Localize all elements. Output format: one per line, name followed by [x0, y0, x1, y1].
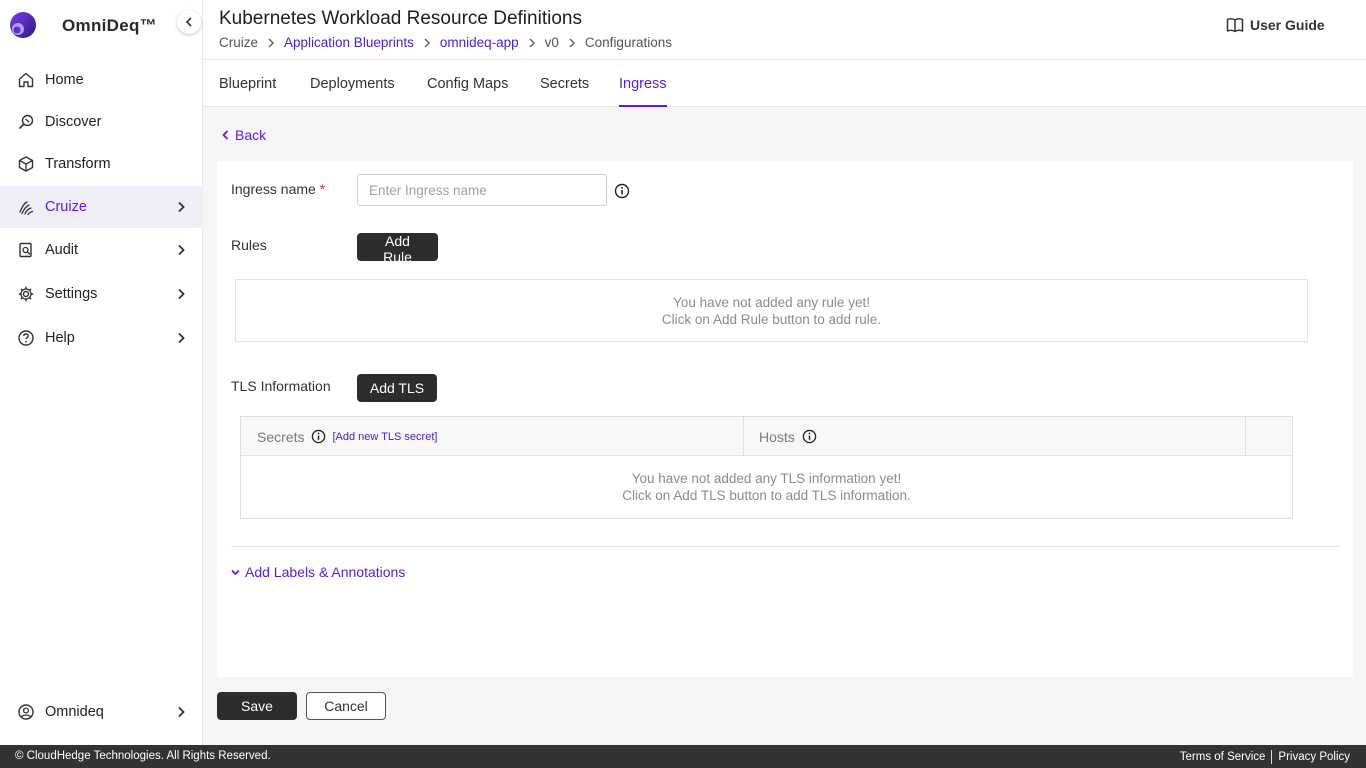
- tls-empty-line2: Click on Add TLS button to add TLS infor…: [622, 488, 911, 503]
- tls-empty-line1: You have not added any TLS information y…: [631, 471, 902, 486]
- chevron-right-icon: [178, 201, 185, 213]
- save-button[interactable]: Save: [217, 692, 297, 720]
- sidebar-item-label: Home: [45, 72, 84, 88]
- ingress-name-input[interactable]: [357, 174, 607, 206]
- user-name: Omnideq: [45, 704, 104, 720]
- add-new-tls-secret-link[interactable]: [Add new TLS secret]: [332, 431, 437, 443]
- rules-empty-state: You have not added any rule yet! Click o…: [235, 279, 1308, 342]
- back-label: Back: [235, 127, 267, 143]
- ingress-name-label: Ingress name *: [231, 181, 326, 197]
- tls-column-secrets: Secrets [Add new TLS secret]: [257, 428, 438, 445]
- tls-information-label: TLS Information: [231, 378, 331, 394]
- rules-empty-line2: Click on Add Rule button to add rule.: [661, 311, 882, 327]
- add-labels-annotations-label: Add Labels & Annotations: [245, 564, 406, 580]
- chevron-left-icon: [185, 17, 192, 27]
- chevron-right-icon: [178, 706, 185, 718]
- cancel-button[interactable]: Cancel: [306, 692, 386, 720]
- chevron-right-icon: [569, 37, 575, 48]
- add-labels-annotations-toggle[interactable]: Add Labels & Annotations: [231, 564, 405, 580]
- tab-blueprint[interactable]: Blueprint: [219, 76, 276, 107]
- audit-icon: [19, 242, 32, 258]
- chevron-right-icon: [268, 37, 275, 48]
- section-divider: [231, 546, 1339, 547]
- book-icon: [1226, 18, 1244, 33]
- breadcrumb-version: v0: [544, 35, 559, 50]
- tab-ingress[interactable]: Ingress: [619, 76, 667, 107]
- brand: OmniDeq™: [0, 0, 203, 50]
- sidebar-item-label: Settings: [45, 286, 98, 302]
- user-guide-label: User Guide: [1250, 17, 1325, 33]
- breadcrumb-cruize[interactable]: Cruize: [219, 35, 258, 50]
- sidebar-item-audit[interactable]: Audit: [0, 229, 203, 271]
- page-title: Kubernetes Workload Resource Definitions: [219, 8, 582, 29]
- tls-table: Secrets [Add new TLS secret] Hosts You h…: [240, 416, 1293, 519]
- rules-label: Rules: [231, 237, 267, 253]
- sidebar-item-label: Transform: [45, 156, 111, 172]
- tab-deployments[interactable]: Deployments: [310, 76, 395, 107]
- info-icon[interactable]: [614, 183, 630, 199]
- sidebar-item-label: Audit: [45, 242, 79, 258]
- brand-name: OmniDeq™: [62, 16, 157, 35]
- sidebar-item-discover[interactable]: Discover: [0, 101, 203, 143]
- breadcrumb-application-blueprints[interactable]: Application Blueprints: [284, 35, 414, 50]
- chevron-down-icon: [231, 569, 240, 575]
- add-tls-button[interactable]: Add TLS: [357, 374, 437, 402]
- sidebar: OmniDeq™ Home Discover Transform Cruize …: [0, 0, 203, 745]
- tls-table-header: Secrets [Add new TLS secret] Hosts: [241, 417, 1292, 456]
- page-header: Kubernetes Workload Resource Definitions…: [203, 0, 1366, 60]
- info-icon[interactable]: [311, 429, 326, 444]
- link-divider: [1271, 750, 1273, 764]
- column-divider: [743, 417, 744, 456]
- fingerprint-icon: [19, 201, 34, 216]
- rules-empty-line1: You have not added any rule yet!: [673, 294, 870, 310]
- sidebar-user-menu[interactable]: Omnideq: [0, 691, 203, 733]
- sidebar-item-help[interactable]: Help: [0, 317, 203, 359]
- terms-of-service-link[interactable]: Terms of Service: [1180, 751, 1266, 763]
- sidebar-item-label: Help: [45, 330, 75, 346]
- sidebar-item-settings[interactable]: Settings: [0, 273, 203, 315]
- info-icon[interactable]: [802, 429, 817, 444]
- gear-icon: [18, 286, 34, 302]
- copyright: © CloudHedge Technologies. All Rights Re…: [15, 750, 271, 762]
- back-link[interactable]: Back: [222, 127, 266, 143]
- user-icon: [18, 704, 34, 720]
- ingress-form: Ingress name * Rules Add Rule You have n…: [217, 161, 1353, 677]
- footer: © CloudHedge Technologies. All Rights Re…: [0, 745, 1366, 768]
- privacy-policy-link[interactable]: Privacy Policy: [1278, 751, 1350, 763]
- sidebar-item-transform[interactable]: Transform: [0, 143, 203, 185]
- user-guide-link[interactable]: User Guide: [1226, 17, 1325, 33]
- sidebar-item-label: Cruize: [45, 199, 87, 215]
- omnideq-logo-icon: [10, 12, 36, 38]
- chevron-right-icon: [529, 37, 535, 48]
- sidebar-item-label: Discover: [45, 114, 102, 130]
- chevron-right-icon: [424, 37, 430, 48]
- tls-column-hosts: Hosts: [759, 417, 817, 456]
- tab-secrets[interactable]: Secrets: [540, 76, 589, 107]
- chevron-right-icon: [178, 332, 185, 344]
- chevron-right-icon: [178, 244, 185, 256]
- cube-icon: [18, 156, 34, 172]
- tls-empty-state: You have not added any TLS information y…: [241, 456, 1292, 518]
- required-mark: *: [319, 181, 326, 197]
- config-tabs: Blueprint Deployments Config Maps Secret…: [203, 60, 1366, 107]
- chevron-left-icon: [222, 130, 229, 140]
- legal-links: Terms of Service Privacy Policy: [1180, 750, 1350, 764]
- chevron-right-icon: [178, 288, 185, 300]
- breadcrumb: Cruize Application Blueprints omnideq-ap…: [219, 35, 672, 50]
- sidebar-item-cruize[interactable]: Cruize: [0, 186, 203, 228]
- tab-config-maps[interactable]: Config Maps: [427, 76, 508, 107]
- collapse-sidebar-button[interactable]: [177, 10, 201, 34]
- add-rule-button[interactable]: Add Rule: [357, 233, 438, 265]
- sidebar-item-home[interactable]: Home: [0, 59, 203, 101]
- help-icon: [18, 330, 34, 346]
- column-divider: [1245, 417, 1246, 456]
- home-icon: [18, 72, 34, 88]
- breadcrumb-app[interactable]: omnideq-app: [440, 35, 519, 50]
- discover-icon: [18, 114, 34, 130]
- breadcrumb-current: Configurations: [584, 35, 672, 50]
